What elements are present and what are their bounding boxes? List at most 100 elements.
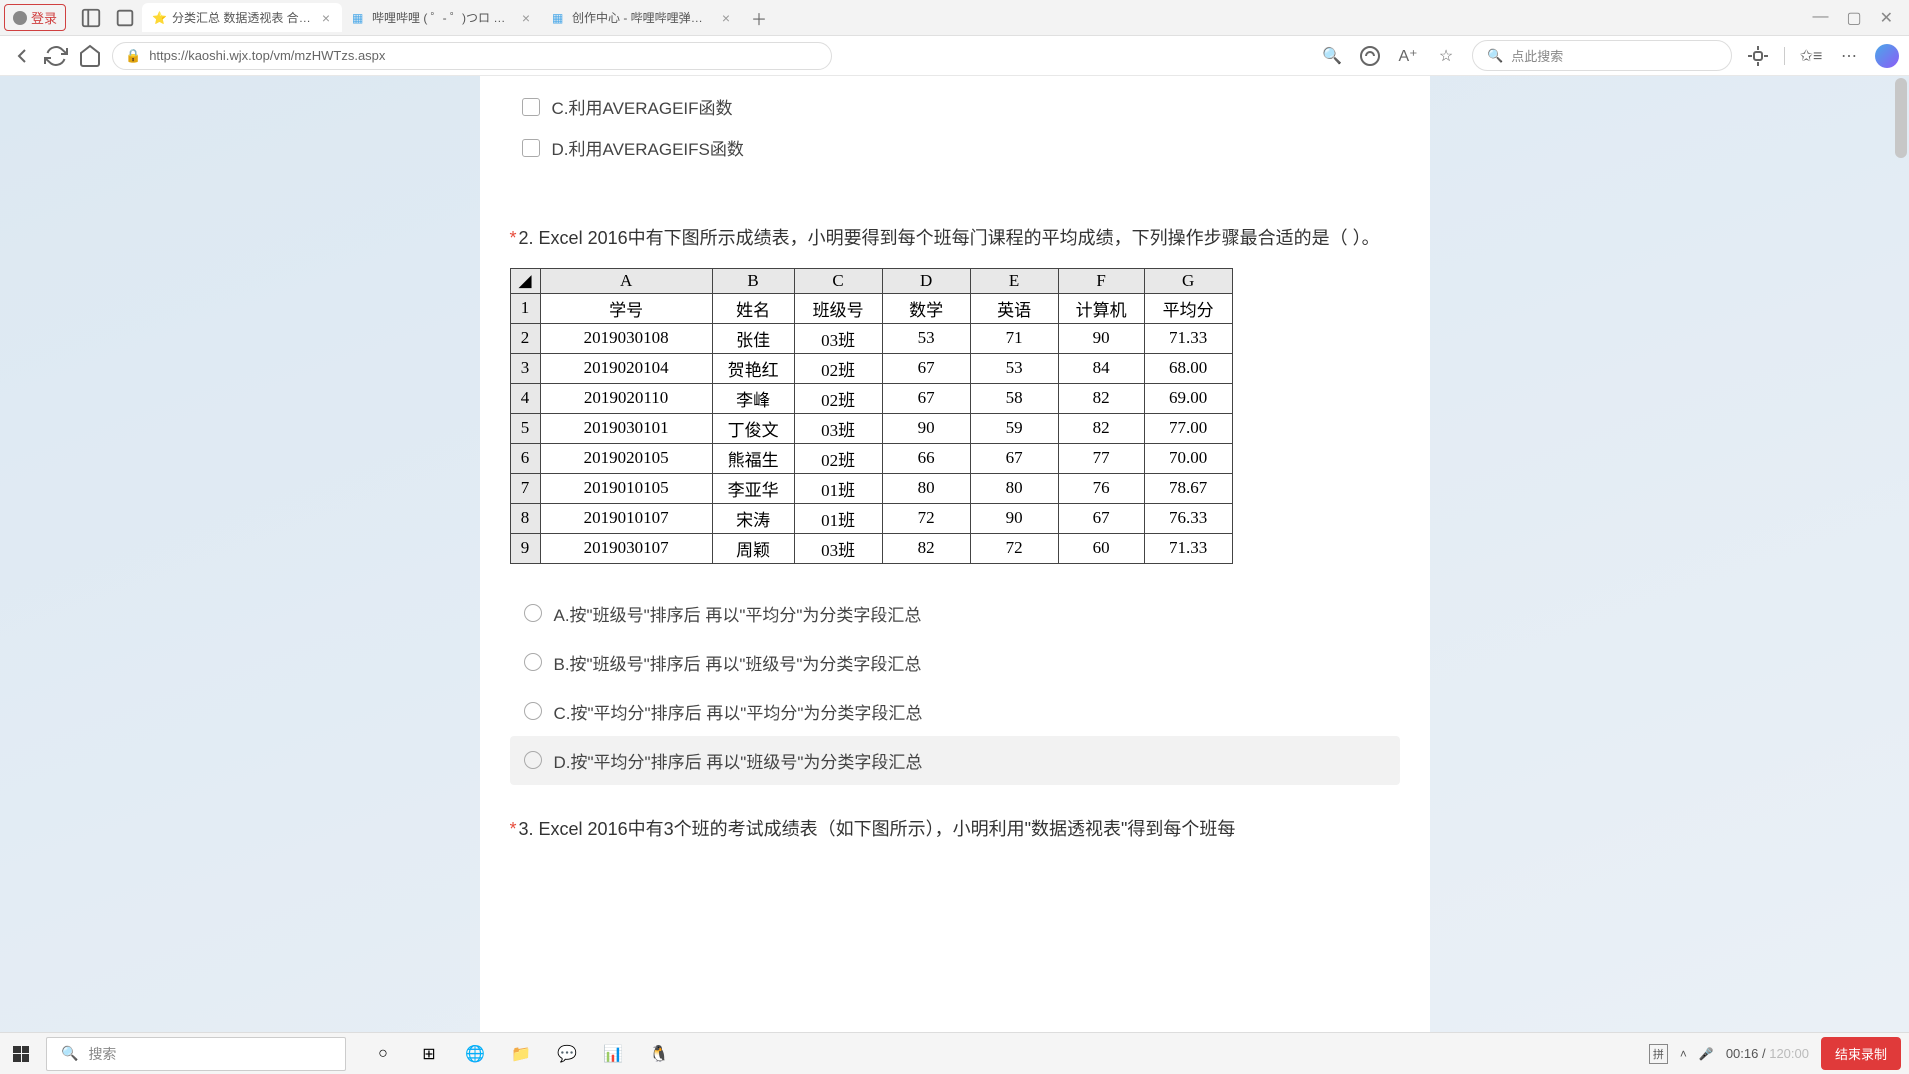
reader-icon[interactable]: A⁺ xyxy=(1396,44,1420,68)
taskbar-search-input[interactable]: 🔍 搜索 xyxy=(46,1037,346,1071)
back-button[interactable] xyxy=(10,44,34,68)
row-number: 6 xyxy=(510,443,540,473)
home-button[interactable] xyxy=(78,44,102,68)
cell: 67 xyxy=(970,443,1058,473)
tab-2[interactable]: ▦ 创作中心 - 哔哩哔哩弹幕视频网 - × xyxy=(542,3,742,32)
copilot-icon[interactable] xyxy=(1875,44,1899,68)
table-row: 42019020110李峰02班67588269.00 xyxy=(510,383,1232,413)
microphone-icon[interactable]: 🎤 xyxy=(1699,1047,1714,1061)
question-text: 3. Excel 2016中有3个班的考试成绩表（如下图所示），小明利用"数据透… xyxy=(519,819,1236,839)
taskbar-apps: ○ ⊞ 🌐 📁 💬 📊 🐧 xyxy=(370,1041,672,1067)
cell: 2019030107 xyxy=(540,533,712,563)
favorite-icon[interactable]: ☆ xyxy=(1434,44,1458,68)
q1-option-d[interactable]: D.利用AVERAGEIFS函数 xyxy=(510,127,1400,168)
q2-option-b[interactable]: B.按"班级号"排序后 再以"班级号"为分类字段汇总 xyxy=(510,638,1400,687)
edge-icon[interactable]: 🌐 xyxy=(462,1041,488,1067)
cell: 53 xyxy=(882,323,970,353)
survey-page: C.利用AVERAGEIF函数 D.利用AVERAGEIFS函数 *2. Exc… xyxy=(480,76,1430,1032)
checkbox[interactable] xyxy=(522,98,540,116)
row-number: 2 xyxy=(510,323,540,353)
cell: 90 xyxy=(970,503,1058,533)
cell: 英语 xyxy=(970,293,1058,323)
avatar-icon xyxy=(13,11,27,25)
stop-recording-button[interactable]: 结束录制 xyxy=(1821,1037,1901,1070)
browser-search-input[interactable]: 🔍 点此搜索 xyxy=(1472,40,1732,71)
url-input[interactable]: 🔒 https://kaoshi.wjx.top/vm/mzHWTzs.aspx xyxy=(112,42,832,70)
search-icon: 🔍 xyxy=(61,1045,78,1062)
tab-title: 创作中心 - 哔哩哔哩弹幕视频网 - xyxy=(572,9,714,26)
favorites-list-icon[interactable]: ✩≡ xyxy=(1799,44,1823,68)
close-window-button[interactable]: ✕ xyxy=(1880,8,1893,28)
table-row: 22019030108张佳03班53719071.33 xyxy=(510,323,1232,353)
close-icon[interactable]: × xyxy=(520,10,532,26)
option-text: B.按"班级号"排序后 再以"班级号"为分类字段汇总 xyxy=(554,650,922,675)
option-text: C.按"平均分"排序后 再以"平均分"为分类字段汇总 xyxy=(554,699,923,724)
table-row: 32019020104贺艳红02班67538468.00 xyxy=(510,353,1232,383)
search-placeholder: 点此搜索 xyxy=(1511,46,1563,65)
extensions-icon[interactable] xyxy=(1746,44,1770,68)
row-number: 3 xyxy=(510,353,540,383)
question-title: *2. Excel 2016中有下图所示成绩表，小明要得到每个班每门课程的平均成… xyxy=(510,223,1400,254)
tab-0[interactable]: ⭐ 分类汇总 数据透视表 合并计算练 × xyxy=(142,3,342,32)
scrollbar-thumb[interactable] xyxy=(1895,78,1907,158)
q2-option-d[interactable]: D.按"平均分"排序后 再以"班级号"为分类字段汇总 xyxy=(510,736,1400,785)
qq-icon[interactable]: 🐧 xyxy=(646,1041,672,1067)
radio[interactable] xyxy=(524,751,542,769)
excel-icon[interactable]: 📊 xyxy=(600,1041,626,1067)
maximize-button[interactable]: ▢ xyxy=(1846,8,1861,28)
new-tab-button[interactable]: ＋ xyxy=(748,7,770,29)
page-viewport: C.利用AVERAGEIF函数 D.利用AVERAGEIFS函数 *2. Exc… xyxy=(0,76,1909,1032)
q2-option-c[interactable]: C.按"平均分"排序后 再以"平均分"为分类字段汇总 xyxy=(510,687,1400,736)
col-header: F xyxy=(1058,268,1144,293)
lock-icon: 🔒 xyxy=(125,48,141,64)
system-tray: 拼 ˄ 🎤 00:16 / 120:00 结束录制 xyxy=(1649,1037,1909,1070)
cell: 02班 xyxy=(794,353,882,383)
zoom-icon[interactable]: 🔍 xyxy=(1320,44,1344,68)
minimize-button[interactable]: — xyxy=(1812,8,1828,28)
ime-indicator[interactable]: 拼 xyxy=(1649,1044,1668,1064)
row-number: 7 xyxy=(510,473,540,503)
option-text: A.按"班级号"排序后 再以"平均分"为分类字段汇总 xyxy=(554,601,922,626)
cell: 71.33 xyxy=(1144,323,1232,353)
cell: 67 xyxy=(882,383,970,413)
cell: 59 xyxy=(970,413,1058,443)
option-text: D.按"平均分"排序后 再以"班级号"为分类字段汇总 xyxy=(554,748,923,773)
cell: 熊福生 xyxy=(712,443,794,473)
close-icon[interactable]: × xyxy=(720,10,732,26)
select-all-cell: ◢ xyxy=(510,268,540,293)
row-number: 5 xyxy=(510,413,540,443)
task-view-icon[interactable]: ⊞ xyxy=(416,1041,442,1067)
cell: 68.00 xyxy=(1144,353,1232,383)
close-icon[interactable]: × xyxy=(320,10,332,26)
file-explorer-icon[interactable]: 📁 xyxy=(508,1041,534,1067)
cell: 82 xyxy=(1058,383,1144,413)
tabs-overview-icon[interactable] xyxy=(114,7,136,29)
start-button[interactable] xyxy=(0,1033,42,1074)
cell: 67 xyxy=(882,353,970,383)
login-button[interactable]: 登录 xyxy=(4,4,66,31)
address-bar: 🔒 https://kaoshi.wjx.top/vm/mzHWTzs.aspx… xyxy=(0,36,1909,76)
q2-option-a[interactable]: A.按"班级号"排序后 再以"平均分"为分类字段汇总 xyxy=(510,589,1400,638)
question-2: *2. Excel 2016中有下图所示成绩表，小明要得到每个班每门课程的平均成… xyxy=(510,223,1400,785)
cell: 2019020104 xyxy=(540,353,712,383)
q1-option-c[interactable]: C.利用AVERAGEIF函数 xyxy=(510,86,1400,127)
vertical-scrollbar[interactable] xyxy=(1895,76,1907,1032)
cell: 03班 xyxy=(794,413,882,443)
wechat-icon[interactable]: 💬 xyxy=(554,1041,580,1067)
checkbox[interactable] xyxy=(522,139,540,157)
cell: 姓名 xyxy=(712,293,794,323)
cortana-icon[interactable]: ○ xyxy=(370,1041,396,1067)
workspace-icon[interactable] xyxy=(80,7,102,29)
cell: 58 xyxy=(970,383,1058,413)
tab-1[interactable]: ▦ 哔哩哔哩 ( ゜- ゜)つロ 干杯~-bilib × xyxy=(342,3,542,32)
chevron-up-icon[interactable]: ˄ xyxy=(1680,1047,1687,1061)
menu-icon[interactable]: ⋯ xyxy=(1837,44,1861,68)
radio[interactable] xyxy=(524,653,542,671)
required-marker: * xyxy=(510,819,517,839)
cell: 82 xyxy=(882,533,970,563)
radio[interactable] xyxy=(524,702,542,720)
tracking-icon[interactable] xyxy=(1358,44,1382,68)
window-controls: — ▢ ✕ xyxy=(1812,8,1905,28)
radio[interactable] xyxy=(524,604,542,622)
refresh-button[interactable] xyxy=(44,44,68,68)
